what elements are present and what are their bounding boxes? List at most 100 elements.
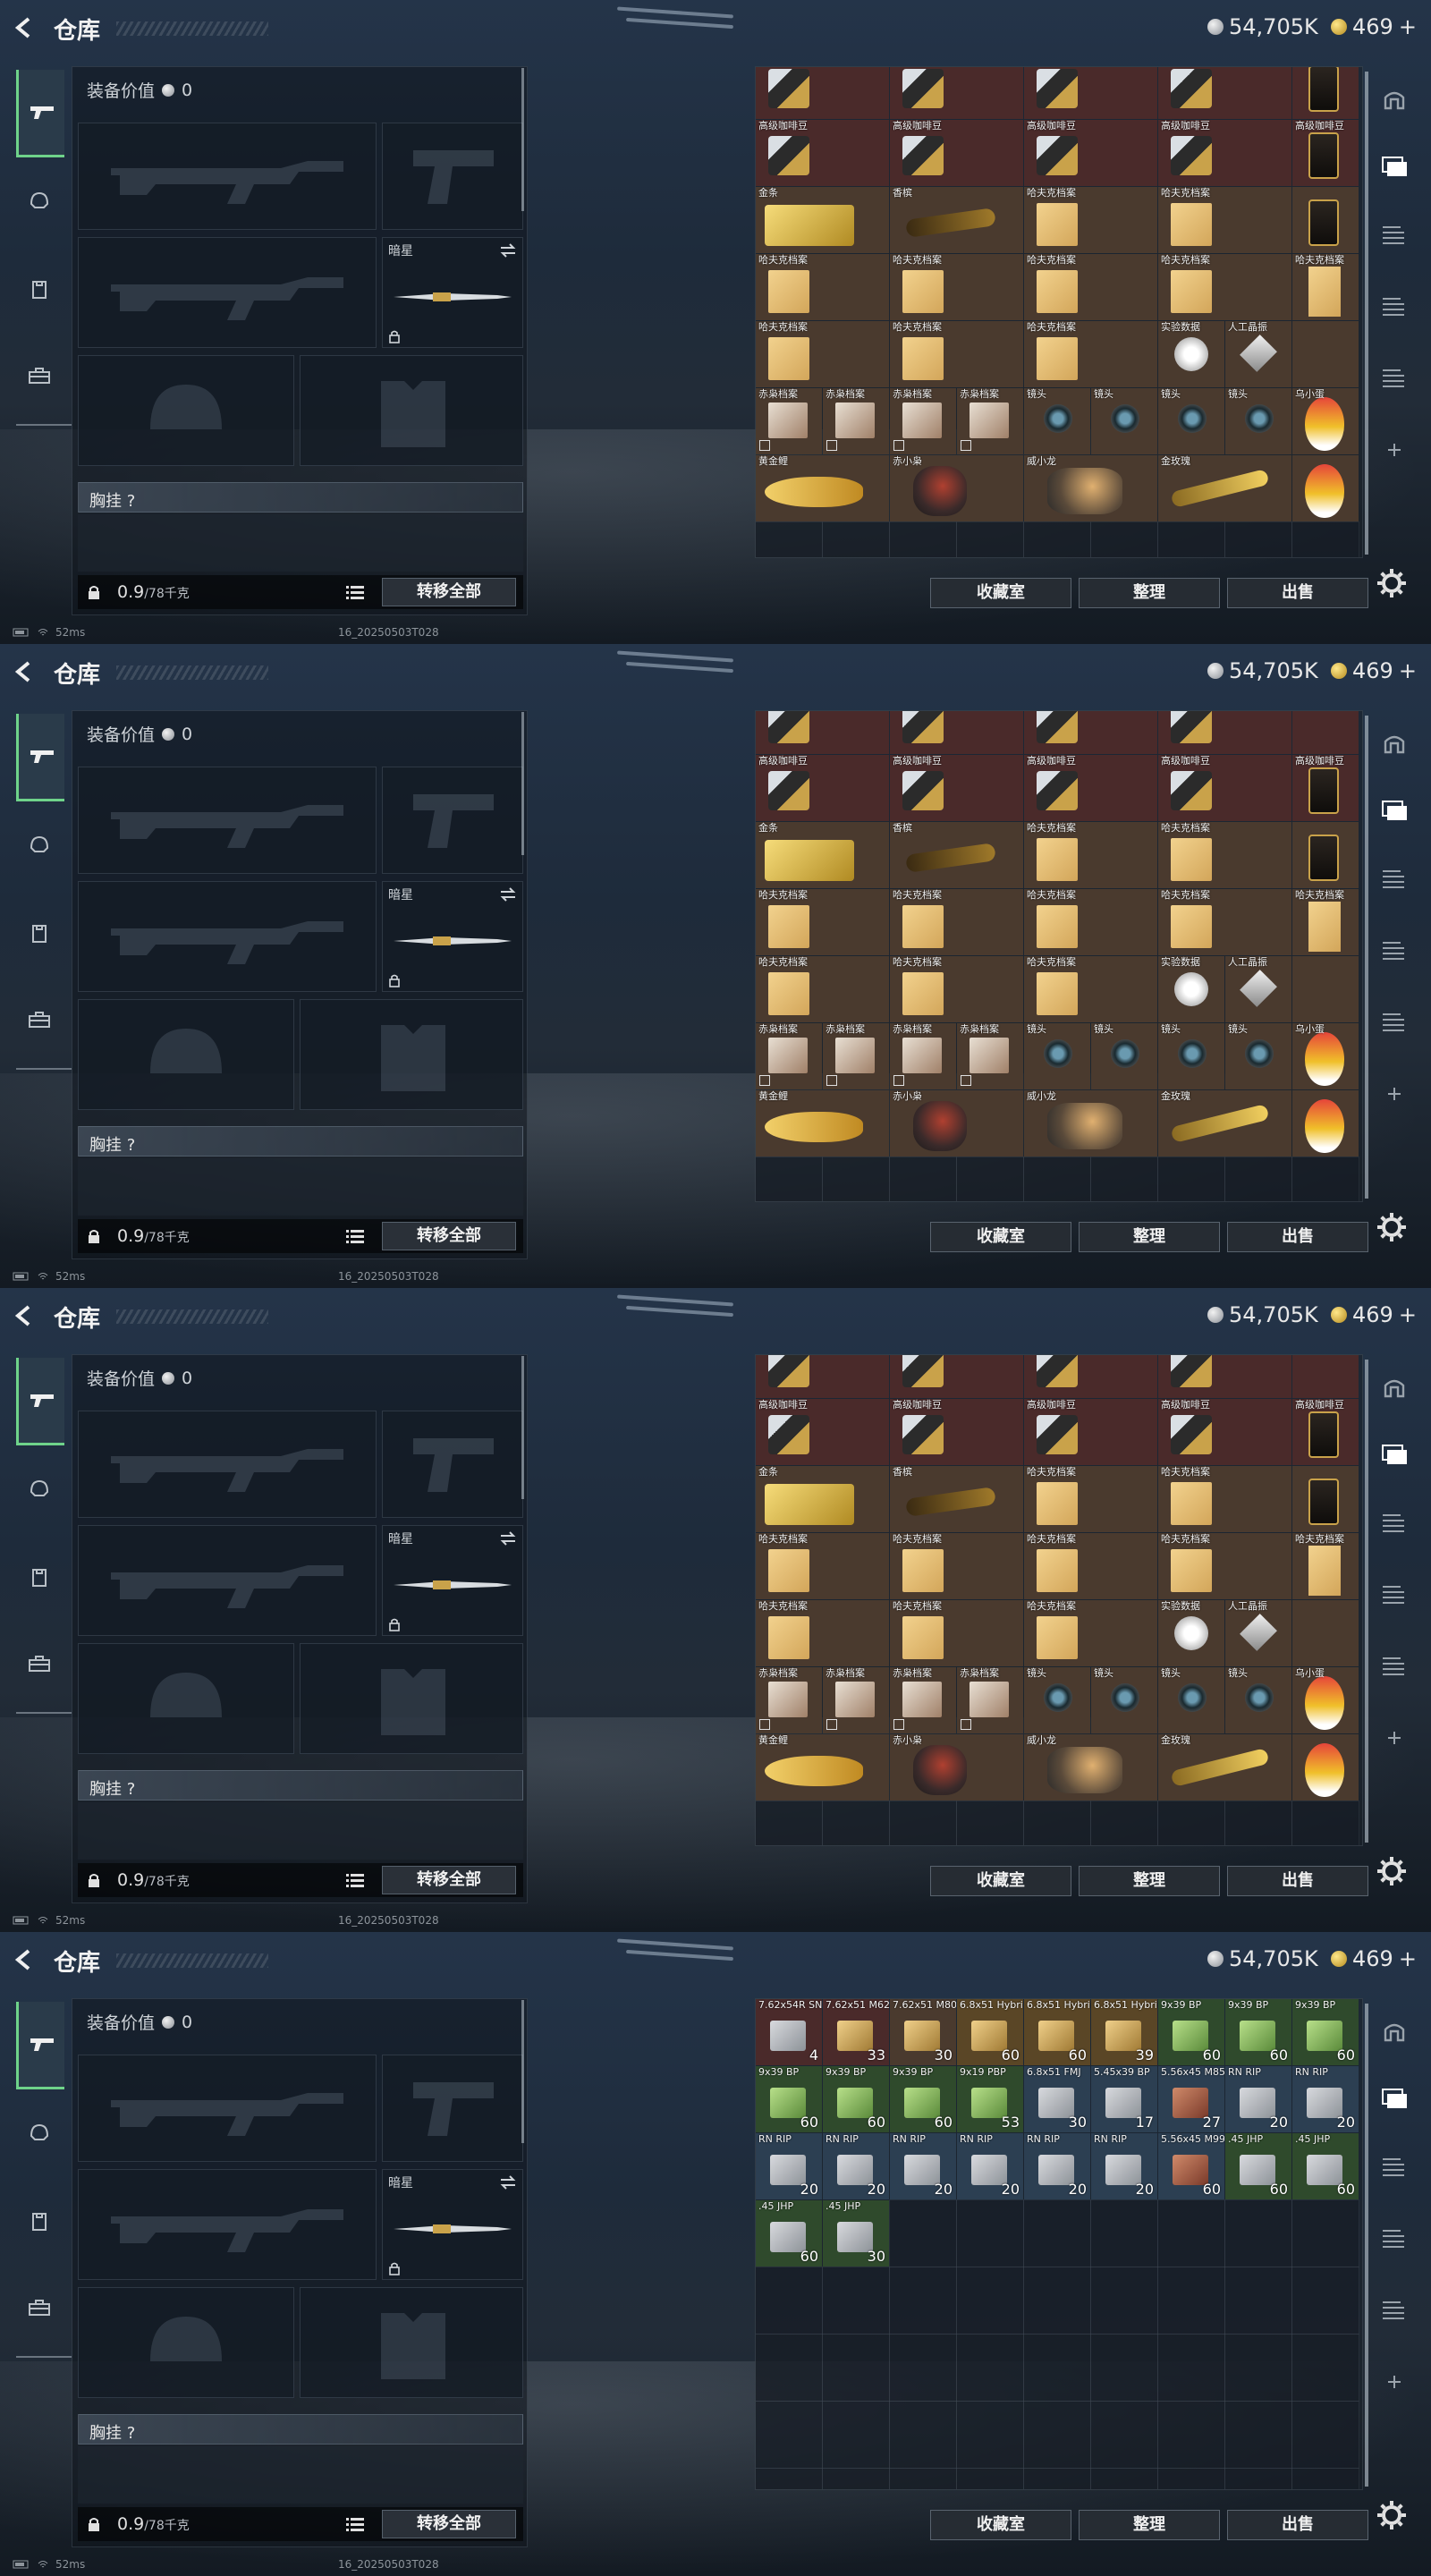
chevron-left-icon[interactable] <box>13 1304 36 1327</box>
empty-slot[interactable] <box>889 2267 957 2334</box>
inventory-item[interactable] <box>1292 321 1359 387</box>
empty-slot[interactable] <box>1291 2334 1359 2402</box>
chest-rig-slot[interactable] <box>78 1802 523 1860</box>
inventory-item[interactable]: 9x39 BP 60 <box>1292 1999 1359 2065</box>
inventory-item[interactable]: 人工晶振 <box>1225 1600 1291 1666</box>
inventory-item[interactable] <box>1292 956 1359 1022</box>
tab-2[interactable] <box>1379 2295 1410 2326</box>
inventory-item[interactable]: 镜头 <box>1158 1023 1224 1089</box>
inventory-item[interactable]: 9x39 BP 60 <box>1158 1999 1224 2065</box>
inventory-item[interactable] <box>756 1355 889 1398</box>
transfer-all-button[interactable]: 转移全部 <box>382 1222 516 1250</box>
inventory-item[interactable]: 镜头 <box>1225 1667 1291 1733</box>
primary-weapon-slot[interactable] <box>78 123 377 230</box>
empty-slot[interactable] <box>956 2334 1024 2402</box>
empty-slot[interactable] <box>1224 1801 1292 1845</box>
inventory-item[interactable]: 高级咖啡豆 <box>1024 67 1157 119</box>
inventory-item[interactable]: 镜头 <box>1091 1023 1157 1089</box>
add-gold-button[interactable]: + <box>1399 1302 1417 1327</box>
list-icon[interactable] <box>346 584 364 600</box>
inventory-item[interactable]: 6.8x51 Hybrid 39 <box>1091 1999 1157 2065</box>
tab-4[interactable] <box>1379 864 1410 894</box>
inventory-item[interactable]: 金条 <box>756 1466 889 1532</box>
inventory-item[interactable]: 赤枭档案 <box>890 1023 956 1089</box>
inventory-item[interactable]: 9x39 BP 60 <box>823 2066 889 2132</box>
inventory-item[interactable]: 镜头 <box>1158 388 1224 454</box>
inventory-item[interactable]: .45 JHP 30 <box>823 2200 889 2267</box>
inventory-item[interactable] <box>1292 1355 1359 1398</box>
inventory-item[interactable]: RN RIP 20 <box>890 2133 956 2199</box>
inventory-item[interactable] <box>1292 1600 1359 1666</box>
empty-slot[interactable] <box>1090 1157 1158 1201</box>
inventory-item[interactable]: 乌小蛋 <box>1292 1667 1359 1733</box>
inventory-item[interactable]: 高级咖啡豆 <box>1158 1399 1291 1465</box>
inventory-item[interactable]: 哈夫克档案 <box>1158 889 1291 955</box>
inventory-item[interactable]: 高级咖啡豆 <box>1158 755 1291 821</box>
empty-slot[interactable] <box>1291 521 1359 557</box>
inventory-item[interactable]: 哈夫克档案 <box>1024 1600 1157 1666</box>
inventory-item[interactable] <box>1158 1355 1291 1398</box>
inventory-item[interactable]: 哈夫克档案 <box>890 1533 1023 1599</box>
inventory-item[interactable]: 实验数据 <box>1158 1600 1224 1666</box>
add-gold-button[interactable]: + <box>1399 14 1417 39</box>
inventory-item[interactable]: 高级咖啡豆 <box>1158 120 1291 186</box>
inventory-scrollbar[interactable] <box>1365 2004 1368 2487</box>
empty-slot[interactable] <box>1291 2468 1359 2489</box>
inventory-item[interactable]: 哈夫克档案 <box>756 254 889 320</box>
inventory-item[interactable]: 赤小枭 <box>890 455 1023 521</box>
inventory-item[interactable]: 乌小蛋 <box>1292 1023 1359 1089</box>
empty-slot[interactable] <box>956 521 1024 557</box>
empty-slot[interactable] <box>756 2468 823 2489</box>
inventory-item[interactable]: 实验数据 <box>1158 321 1224 387</box>
melee-slot[interactable]: 暗星 <box>382 881 523 992</box>
inventory-item[interactable] <box>1292 455 1359 521</box>
empty-slot[interactable] <box>1157 1801 1225 1845</box>
empty-slot[interactable] <box>1157 2267 1225 2334</box>
empty-slot[interactable] <box>1157 521 1225 557</box>
inventory-item[interactable]: 7.62x51 M62 33 <box>823 1999 889 2065</box>
empty-slot[interactable] <box>1291 2267 1359 2334</box>
melee-slot[interactable]: 暗星 <box>382 1525 523 1636</box>
secondary-weapon-slot[interactable] <box>382 767 523 874</box>
inventory-item[interactable]: 黄金鲤 <box>756 1734 889 1801</box>
empty-slot[interactable] <box>1224 2199 1292 2267</box>
warehouse-inventory[interactable]: 高级咖啡豆高级咖啡豆高级咖啡豆高级咖啡豆高级咖啡豆高级咖啡豆高级咖啡豆高级咖啡豆… <box>755 66 1363 558</box>
empty-slot[interactable] <box>1157 2334 1225 2402</box>
add-gold-button[interactable]: + <box>1399 658 1417 683</box>
nav-weapons[interactable] <box>16 70 64 157</box>
empty-slot[interactable] <box>1157 2401 1225 2469</box>
swap-icon[interactable] <box>499 887 517 902</box>
empty-slot[interactable] <box>1090 2334 1158 2402</box>
inventory-item[interactable]: 哈夫克档案 <box>890 321 1023 387</box>
inventory-item[interactable]: RN RIP 20 <box>1225 2066 1291 2132</box>
helmet-slot[interactable] <box>78 2287 294 2398</box>
inventory-item[interactable]: 赤枭档案 <box>756 1023 822 1089</box>
tab-collection[interactable] <box>1379 796 1410 826</box>
empty-slot[interactable] <box>1090 521 1158 557</box>
chevron-left-icon[interactable] <box>13 1948 36 1971</box>
inventory-item[interactable]: 镜头 <box>1091 388 1157 454</box>
inventory-item[interactable]: 7.62x51 M80 30 <box>890 1999 956 2065</box>
inventory-item[interactable]: 威小龙 <box>1024 455 1157 521</box>
empty-slot[interactable] <box>956 2199 1024 2267</box>
empty-slot[interactable] <box>822 2401 890 2469</box>
inventory-item[interactable]: 赤枭档案 <box>957 1023 1023 1089</box>
inventory-item[interactable] <box>1024 711 1157 754</box>
inventory-item[interactable]: 哈夫克档案 <box>1292 889 1359 955</box>
inventory-item[interactable]: 镜头 <box>1091 1667 1157 1733</box>
primary-weapon-slot-2[interactable] <box>78 2169 377 2280</box>
inventory-item[interactable]: 高级咖啡豆 <box>1024 120 1157 186</box>
sell-button[interactable]: 出售 <box>1227 1222 1368 1252</box>
inventory-item[interactable]: .45 JHP 60 <box>1225 2133 1291 2199</box>
empty-slot[interactable] <box>956 1157 1024 1201</box>
inventory-item[interactable]: 乌小蛋 <box>1292 388 1359 454</box>
melee-slot[interactable]: 暗星 <box>382 2169 523 2280</box>
tab-2[interactable] <box>1379 1651 1410 1682</box>
empty-slot[interactable] <box>822 2334 890 2402</box>
armor-slot[interactable] <box>300 355 523 466</box>
gear-icon[interactable] <box>1376 1211 1408 1243</box>
warehouse-inventory[interactable]: 高级咖啡豆 高级咖啡豆 高级咖啡豆 高级咖啡豆 高级咖啡豆 金条 香槟 哈夫克档案 哈夫克档案哈… <box>755 710 1363 1202</box>
inventory-item[interactable]: 哈夫克档案 <box>890 1600 1023 1666</box>
inventory-item[interactable]: 高级咖啡豆 <box>1292 1399 1359 1465</box>
inventory-item[interactable]: 哈夫克档案 <box>756 321 889 387</box>
